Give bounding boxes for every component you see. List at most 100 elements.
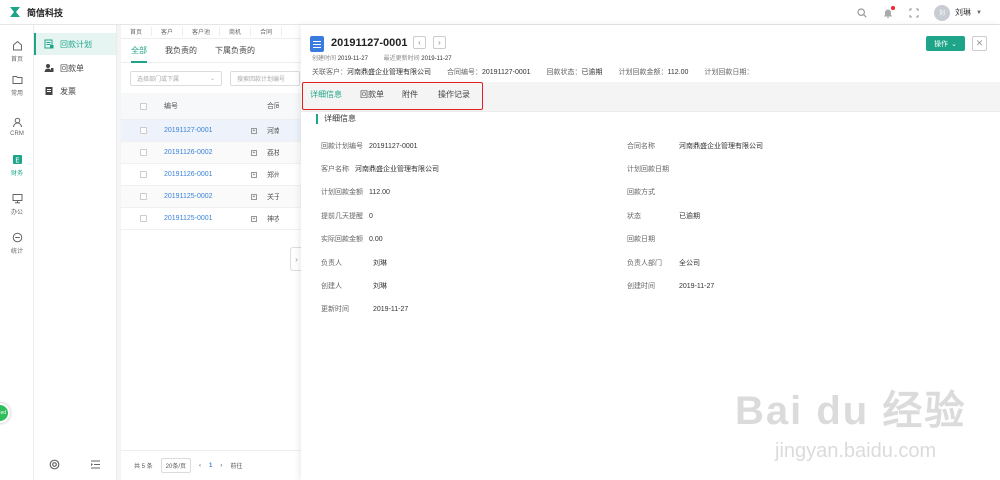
rail-item-crm[interactable]: CRM (0, 111, 34, 143)
close-button[interactable]: ✕ (972, 36, 987, 51)
bell-icon[interactable] (882, 5, 896, 19)
prev-record-button[interactable]: ‹ (413, 36, 426, 49)
minus-circle-icon (12, 232, 22, 242)
field-planned-date: 计划回款日期 (627, 164, 675, 174)
detail-meta: 创建时间 2019-11-27 最近更新时间 2019-11-27 (312, 53, 466, 62)
operation-button-label: 操作 (934, 40, 949, 48)
rail-item-finance[interactable]: E 财务 (0, 149, 34, 181)
field-created-time: 创建时间 2019-11-27 (627, 281, 714, 291)
subnav-item-invoice[interactable]: 发票 (34, 80, 116, 102)
table-row[interactable]: 20191126-0002 + 荔枝 (121, 142, 301, 164)
field-status: 状态 已逾期 (627, 211, 700, 221)
row-name: 郑州 (267, 171, 279, 179)
menu-collapse-icon[interactable] (90, 459, 101, 470)
detail-title: 20191127-0001 (331, 37, 408, 49)
row-code-link[interactable]: 20191126-0002 (164, 149, 248, 156)
subnav-item-payment-plan[interactable]: 回款计划 (34, 33, 116, 55)
row-code-link[interactable]: 20191126-0001 (164, 171, 248, 178)
quick-nav-customer-pool[interactable]: 客户池 (183, 27, 221, 36)
user-name[interactable]: 刘琳 (955, 7, 971, 18)
field-value: 刘琳 (373, 260, 387, 267)
search-input[interactable]: 搜索回款计划编号 (230, 70, 300, 86)
next-page-icon[interactable]: › (220, 463, 222, 469)
tab-mine[interactable]: 我负责的 (165, 39, 197, 63)
field-payment-date: 回款日期 (627, 234, 661, 244)
expand-icon[interactable]: + (251, 171, 257, 178)
expand-icon[interactable]: + (251, 193, 257, 200)
rail-item-office[interactable]: 办公 (0, 188, 34, 220)
customer-value: 河南鼎盛企业管理有限公司 (347, 69, 431, 76)
fullscreen-icon[interactable] (908, 7, 920, 19)
page-size-select[interactable]: 20条/页 (160, 458, 192, 473)
column-header-name: 合同 (267, 103, 279, 110)
field-creator: 创建人 刘琳 (321, 281, 387, 291)
subnav-label: 回款计划 (60, 39, 92, 49)
expand-icon[interactable]: + (251, 215, 257, 222)
field-value: 河南鼎盛企业管理有限公司 (679, 143, 763, 150)
row-checkbox[interactable] (140, 149, 147, 156)
rail-item-stats[interactable]: 统计 (0, 227, 34, 259)
column-header-code: 编号 (164, 103, 178, 110)
settings-icon[interactable] (49, 459, 60, 470)
row-checkbox[interactable] (140, 127, 147, 134)
operation-button[interactable]: 操作 ⌄ (926, 36, 965, 51)
field-contract-name: 合同名称 河南鼎盛企业管理有限公司 (627, 141, 763, 151)
field-label: 负责人部门 (627, 260, 662, 267)
plan-list-panel: 首页 客户 客户池 商机 合同 全部 我负责的 下属负责的 选择部门或下属 ⌄ … (121, 25, 301, 480)
row-name: 神农 (267, 215, 279, 223)
row-code-link[interactable]: 20191127-0001 (164, 127, 248, 134)
table-header: 编号 合同 (121, 93, 301, 120)
table-row[interactable]: 20191125-0002 + 关于 (121, 186, 301, 208)
next-record-button[interactable]: › (433, 36, 446, 49)
customer-label: 关联客户： (312, 69, 347, 76)
expand-icon[interactable]: + (251, 149, 257, 156)
folder-icon (12, 75, 22, 84)
field-label: 提前几天提醒 (321, 213, 363, 220)
table-row[interactable]: 20191127-0001 + 河南 (121, 120, 301, 142)
table-row[interactable]: 20191126-0001 + 郑州 (121, 164, 301, 186)
pagination: 共 5 条 20条/页 ‹ 1 › 前往 (121, 450, 301, 480)
rail-item-home[interactable]: 首页 (0, 35, 34, 67)
app-logo-icon (9, 6, 21, 18)
avatar[interactable]: 刘 (934, 4, 951, 21)
finance-icon: E (12, 154, 22, 164)
prev-page-icon[interactable]: ‹ (199, 463, 201, 469)
updated-value: 2019-11-27 (421, 56, 452, 62)
chevron-down-icon[interactable]: ▼ (976, 10, 982, 16)
field-label: 合同名称 (627, 143, 655, 150)
subnav-item-receipt[interactable]: 回款单 (34, 57, 116, 79)
quick-nav-contract[interactable]: 合同 (251, 27, 283, 36)
amount-label: 计划回款金额： (618, 69, 668, 76)
field-label: 计划回款日期 (627, 166, 669, 173)
dept-select[interactable]: 选择部门或下属 ⌄ (130, 70, 222, 86)
rail-label: 统计 (10, 248, 23, 255)
row-checkbox[interactable] (140, 215, 147, 222)
list-tabs: 全部 我负责的 下属负责的 (121, 39, 301, 63)
quick-nav-opportunity[interactable]: 商机 (220, 27, 252, 36)
quick-nav-customer[interactable]: 客户 (152, 27, 184, 36)
field-label: 创建时间 (627, 283, 655, 290)
row-checkbox[interactable] (140, 171, 147, 178)
row-checkbox[interactable] (140, 193, 147, 200)
search-icon[interactable] (856, 7, 868, 19)
rail-label: 首页 (10, 56, 23, 63)
expand-icon[interactable]: + (251, 127, 257, 134)
field-owner-dept: 负责人部门 全公司 (627, 258, 700, 268)
current-page[interactable]: 1 (209, 463, 212, 469)
field-label: 更新时间 (321, 306, 349, 313)
chevron-down-icon: ⌄ (951, 40, 957, 48)
row-code-link[interactable]: 20191125-0002 (164, 193, 248, 200)
highlight-box (302, 82, 483, 110)
field-value: 2019-11-27 (373, 306, 409, 313)
tab-subordinates[interactable]: 下属负责的 (215, 39, 255, 63)
row-code-link[interactable]: 20191125-0001 (164, 215, 248, 222)
field-owner: 负责人 刘琳 (321, 258, 387, 268)
table-row[interactable]: 20191125-0001 + 神农 (121, 208, 301, 230)
tab-all[interactable]: 全部 (131, 39, 147, 63)
rail-item-common[interactable]: 常用 (0, 69, 34, 101)
field-label: 状态 (627, 213, 641, 220)
section-title: 详细信息 (316, 114, 356, 124)
quick-nav-home[interactable]: 首页 (121, 27, 153, 36)
select-all-checkbox[interactable] (140, 102, 147, 110)
search-input-placeholder: 搜索回款计划编号 (237, 76, 286, 83)
